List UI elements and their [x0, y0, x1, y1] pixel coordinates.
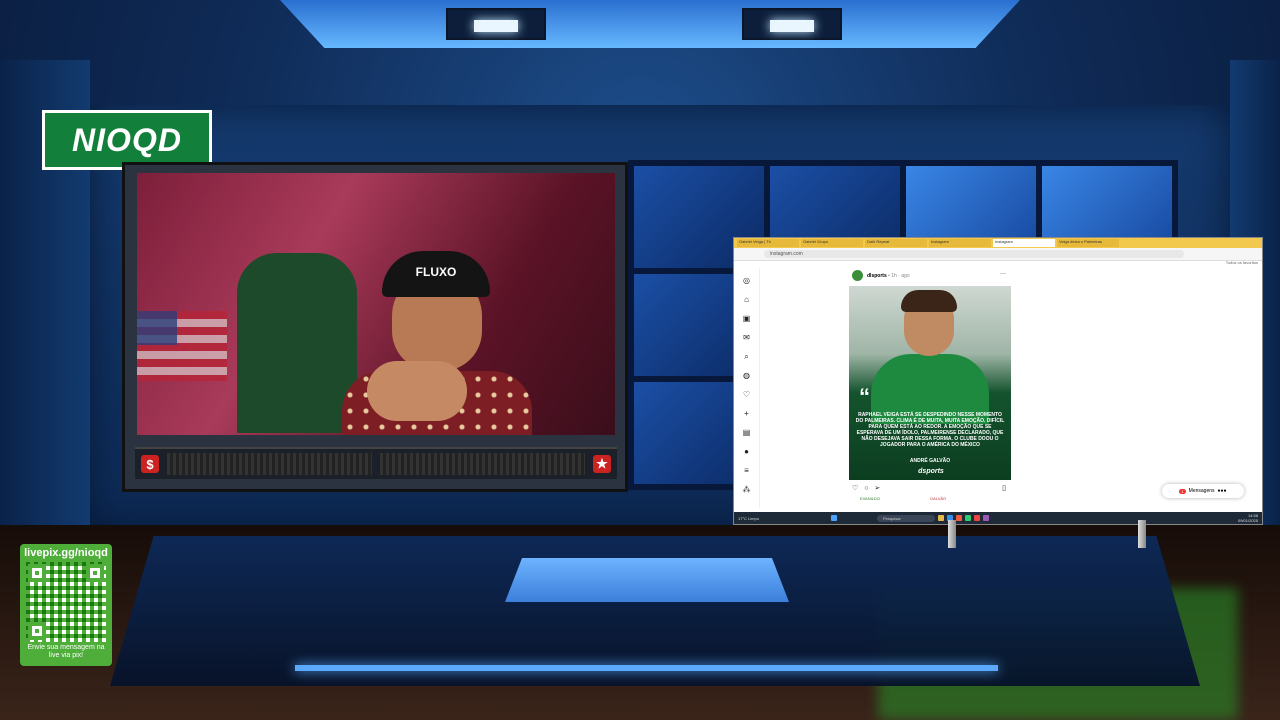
- studio-ceiling: [280, 0, 1020, 48]
- quote-author: ANDRÉ GALVÃO: [909, 458, 951, 464]
- channel-logo-text: NIOQD: [45, 113, 209, 167]
- bar-slot: [167, 453, 372, 475]
- reels-icon[interactable]: ▣: [743, 314, 751, 324]
- save-icon[interactable]: ▯: [1002, 484, 1006, 492]
- browser-tab-bar: Gabriel Veiga | Th Gabriel Grupo Dahl Re…: [734, 238, 1262, 248]
- obs-icon[interactable]: [983, 515, 989, 521]
- background-flag-canton: [137, 311, 177, 345]
- weather-widget[interactable]: 17°C Limpo: [738, 516, 828, 521]
- post-time: • 1h · ago: [888, 273, 910, 279]
- ceiling-light: [446, 8, 546, 40]
- desk-light-panel: [505, 558, 789, 602]
- taskbar-search[interactable]: Pesquisar: [877, 514, 935, 522]
- livepix-url: livepix.gg/nioqd: [24, 547, 108, 559]
- browser-tab[interactable]: Dahl Repeat: [865, 239, 927, 247]
- clock-date: 09/01/2025: [1237, 518, 1258, 523]
- avatars-icon: ●●●: [1217, 488, 1227, 494]
- notifications-icon[interactable]: ♡: [743, 390, 750, 400]
- quote-mark-icon: “: [859, 384, 870, 409]
- share-icon[interactable]: ➢: [874, 485, 880, 492]
- ceiling-light: [742, 8, 842, 40]
- webcam-frame: FLUXO $ ★: [122, 162, 628, 492]
- apps-icon[interactable]: ⁂: [743, 485, 751, 495]
- post-username[interactable]: dlsports: [867, 273, 887, 279]
- windows-taskbar: 17°C Limpo Pesquisar 14:58 09/01/2025: [734, 512, 1262, 524]
- like-icon[interactable]: ♡: [852, 485, 858, 492]
- qr-finder: [86, 564, 104, 582]
- create-icon[interactable]: +: [744, 409, 749, 419]
- streamer-hands: [367, 361, 467, 421]
- gaming-chair: [237, 253, 357, 433]
- qr-finder: [28, 564, 46, 582]
- browser-tab[interactable]: Gabriel Veiga | Th: [737, 239, 799, 247]
- dashboard-icon[interactable]: ▤: [743, 428, 751, 438]
- browser-tab-active[interactable]: Instagram: [993, 239, 1055, 247]
- brand-logo: dsports: [918, 468, 944, 475]
- star-icon: ★: [593, 455, 611, 473]
- livepix-message: Envie sua mensagem na live via pix!: [27, 644, 105, 659]
- screen-stand: [1138, 520, 1146, 548]
- more-options-icon[interactable]: ···: [1000, 271, 1006, 277]
- messages-label: Mensagens: [1188, 488, 1215, 494]
- menu-icon[interactable]: ≡: [744, 466, 749, 476]
- app-icon[interactable]: [956, 515, 962, 521]
- messages-button[interactable]: 1 Mensagens ●●●: [1162, 484, 1244, 498]
- desk-light-bar: [295, 665, 998, 671]
- folder-icon[interactable]: [938, 515, 944, 521]
- whatsapp-icon[interactable]: [965, 515, 971, 521]
- qr-code: [26, 562, 106, 642]
- webcam-video: FLUXO: [137, 173, 615, 435]
- chrome-icon[interactable]: [974, 515, 980, 521]
- screen-stand: [948, 520, 956, 548]
- search-icon[interactable]: ⌕: [744, 352, 748, 362]
- taskbar-clock: 14:58 09/01/2025: [1238, 513, 1258, 523]
- post-header: dlsports • 1h · ago: [867, 273, 910, 279]
- qr-finder: [28, 622, 46, 640]
- comment-icon[interactable]: ○: [864, 485, 868, 492]
- post-tag[interactable]: EVANILDO: [860, 496, 880, 501]
- post-image[interactable]: “ RAPHAEL VEIGA ESTÁ SE DESPEDINDO NESSE…: [849, 286, 1011, 480]
- channel-logo: NIOQD: [42, 110, 212, 170]
- livepix-card: livepix.gg/nioqd Envie sua mensagem na l…: [20, 544, 112, 666]
- instagram-sidebar: ◎ ⌂ ▣ ✉ ⌕ ◍ ♡ + ▤ ● ≡ ⁂: [734, 268, 760, 508]
- bar-slot: [380, 453, 585, 475]
- messages-icon[interactable]: ✉: [743, 333, 750, 343]
- instagram-icon[interactable]: ◎: [743, 276, 750, 286]
- player-hair: [901, 290, 957, 312]
- webcam-bottom-bar: $ ★: [135, 447, 617, 479]
- post-avatar[interactable]: [852, 270, 863, 281]
- profile-icon[interactable]: ●: [744, 447, 749, 457]
- post-actions: ♡ ○ ➢ ▯: [852, 484, 1012, 494]
- browser-window: Gabriel Veiga | Th Gabriel Grupo Dahl Re…: [733, 237, 1263, 525]
- dollar-icon: $: [141, 455, 159, 473]
- cap-logo-text: FLUXO: [415, 265, 457, 279]
- address-input[interactable]: instagram.com: [764, 250, 1184, 258]
- bookmarks-bar: Todos os favoritos: [734, 260, 1262, 268]
- messages-badge: 1: [1179, 488, 1186, 494]
- start-icon[interactable]: [831, 515, 837, 521]
- all-bookmarks-link[interactable]: Todos os favoritos: [1226, 260, 1262, 265]
- post-quote-text: RAPHAEL VEIGA ESTÁ SE DESPEDINDO NESSE M…: [855, 412, 1005, 448]
- browser-tab[interactable]: Veiga deixa o Palmeiras: [1057, 239, 1119, 247]
- browser-tab[interactable]: Instagram: [929, 239, 991, 247]
- home-icon[interactable]: ⌂: [744, 295, 749, 305]
- post-tag[interactable]: GALVÃO: [930, 496, 946, 501]
- explore-icon[interactable]: ◍: [743, 371, 750, 381]
- browser-tab[interactable]: Gabriel Grupo: [801, 239, 863, 247]
